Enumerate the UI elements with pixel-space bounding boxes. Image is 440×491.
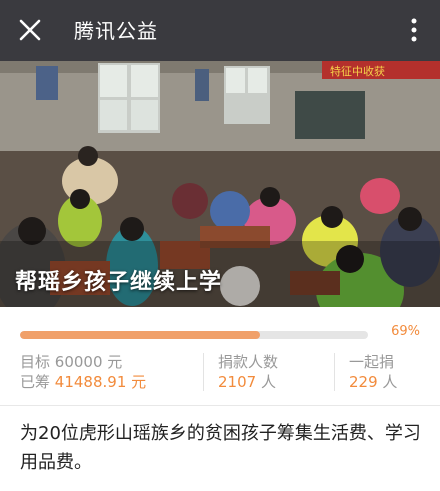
raised-value: 41488.91 元	[54, 373, 147, 391]
project-description: 为20位虎形山瑶族乡的贫困孩子筹集生活费、学习用品费。	[20, 423, 421, 473]
target-stat: 目标 60000 元 已筹 41488.91 元	[20, 352, 146, 392]
fundraising-progress: 69% 目标 60000 元 已筹 41488.91 元 捐款人数 2107 人…	[0, 307, 440, 407]
progress-bar	[20, 331, 368, 339]
wall-banner-text: 特征中收获	[330, 64, 385, 78]
more-options-button[interactable]	[406, 14, 422, 46]
raised-label: 已筹	[20, 373, 51, 391]
donors-label: 捐款人数	[218, 353, 279, 371]
together-label: 一起捐	[349, 353, 395, 371]
raised-row: 已筹 41488.91 元	[20, 372, 146, 392]
progress-percent: 69%	[391, 324, 420, 339]
stat-divider	[203, 353, 204, 391]
more-vertical-icon	[411, 18, 417, 42]
donors-stat: 捐款人数 2107 人	[218, 352, 278, 392]
page-title: 腾讯公益	[74, 19, 158, 43]
donors-value: 2107	[218, 373, 257, 391]
top-bar: 腾讯公益	[0, 0, 440, 61]
hero-image[interactable]: 特征中收获 帮瑶乡孩子继续上学	[0, 61, 440, 307]
target-value: 60000 元	[54, 353, 123, 371]
target-label: 目标	[20, 353, 51, 371]
progress-bar-fill	[20, 331, 261, 339]
close-button[interactable]	[14, 14, 46, 46]
donors-unit: 人	[260, 373, 276, 391]
together-unit: 人	[382, 373, 398, 391]
together-stat[interactable]: 一起捐 229 人	[349, 352, 397, 392]
close-icon	[19, 19, 41, 41]
section-divider	[0, 405, 440, 406]
hero-caption: 帮瑶乡孩子继续上学	[15, 270, 223, 295]
stat-divider	[334, 353, 335, 391]
together-value: 229	[349, 373, 378, 391]
target-row: 目标 60000 元	[20, 352, 146, 372]
